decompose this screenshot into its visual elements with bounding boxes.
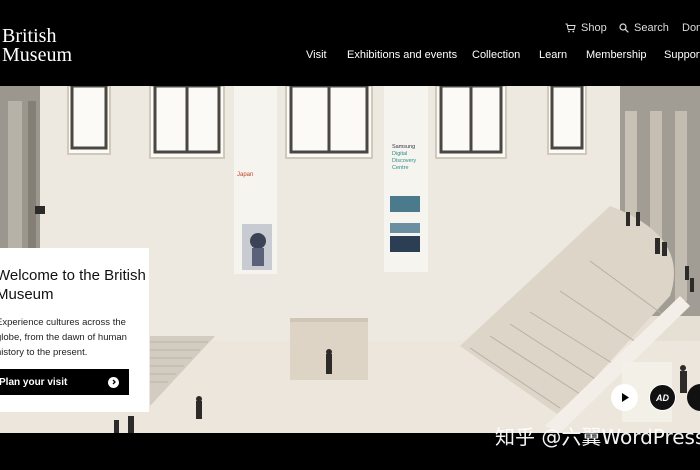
- shop-link[interactable]: Shop: [565, 22, 607, 34]
- banner-right-line-1: Samsung: [392, 144, 416, 150]
- logo-line-2: Museum: [2, 44, 72, 66]
- audio-description-button[interactable]: AD: [649, 384, 676, 411]
- welcome-text: Experience cultures across the globe, fr…: [0, 317, 127, 358]
- chevron-right-icon: [108, 376, 119, 388]
- shopping-cart-icon: [565, 23, 576, 33]
- shop-label: Shop: [581, 22, 607, 34]
- nav-support[interactable]: Support us: [664, 49, 700, 61]
- nav-visit[interactable]: Visit: [306, 49, 327, 61]
- plan-your-visit-button[interactable]: Plan your visit: [0, 369, 129, 395]
- british-museum-logo[interactable]: British Museum: [2, 26, 72, 66]
- search-label: Search: [634, 22, 669, 34]
- welcome-title: Welcome to the British Museum: [0, 267, 146, 303]
- banner-right-text: Samsung Digital Discovery Centre: [392, 144, 416, 172]
- banner-right-line-4: Centre: [392, 165, 409, 171]
- nav-collection[interactable]: Collection: [472, 49, 520, 61]
- plan-your-visit-label: Plan your visit: [0, 376, 68, 388]
- welcome-card: Welcome to the British Museum Experience…: [0, 248, 149, 412]
- search-icon: [619, 23, 629, 33]
- play-icon: [621, 393, 629, 402]
- play-button[interactable]: [611, 384, 638, 411]
- search-link[interactable]: Search: [619, 22, 669, 34]
- watermark-text: 知乎 @六翼WordPress: [495, 425, 700, 449]
- nav-learn[interactable]: Learn: [539, 49, 567, 61]
- donate-label: Donate: [682, 22, 700, 34]
- banner-left-title: Japan: [237, 172, 254, 178]
- banner-right-line-3: Discovery: [392, 158, 417, 164]
- donate-link[interactable]: Donate: [682, 22, 700, 34]
- nav-exhibitions[interactable]: Exhibitions and events: [347, 49, 457, 61]
- site-header: British Museum Shop Search Donate Visit …: [0, 0, 700, 86]
- audio-description-icon: AD: [656, 392, 669, 403]
- banner-right-line-2: Digital: [392, 151, 408, 157]
- nav-membership[interactable]: Membership: [586, 49, 647, 61]
